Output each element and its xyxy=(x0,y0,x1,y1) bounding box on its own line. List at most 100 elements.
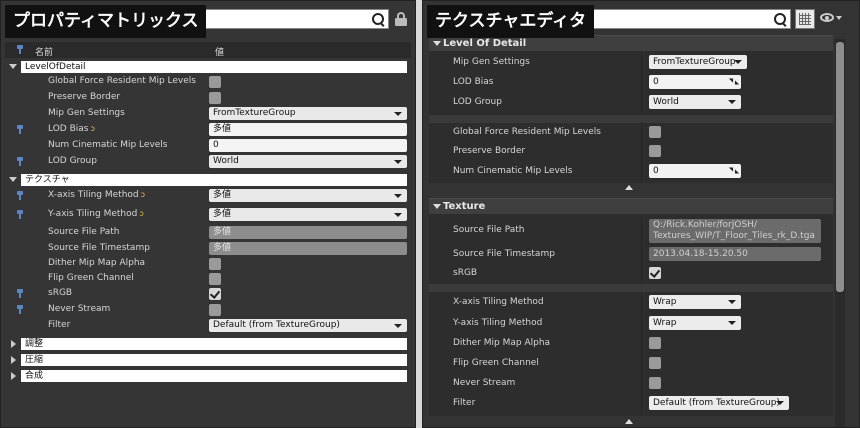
category-levelofdetail[interactable]: LevelOfDetail xyxy=(5,61,411,73)
property-label: X-axis Tiling Method ↄ xyxy=(48,190,146,200)
row-never-stream: Never Stream xyxy=(5,302,411,318)
pin-icon[interactable] xyxy=(17,157,23,166)
category-adjust[interactable]: 調整 xyxy=(5,338,411,350)
filter-dropdown[interactable]: Default (from TextureGroup) xyxy=(209,319,407,332)
section-texture[interactable]: Texture xyxy=(429,198,833,214)
expand-arrow-icon[interactable] xyxy=(11,340,16,348)
preserve-border-checkbox[interactable] xyxy=(649,145,661,157)
row-num-cinematic-mip-levels: Num Cinematic Mip Levels 0 xyxy=(5,138,411,154)
row-lod-bias: LOD Bias ↄ 多値 xyxy=(5,122,411,138)
pin-icon[interactable] xyxy=(17,210,23,219)
property-label: Dither Mip Map Alpha xyxy=(453,338,551,348)
source-file-path-field: 多値 xyxy=(209,226,407,239)
row-source-file-timestamp: Source File Timestamp 2013.04.18-15.20.5… xyxy=(429,244,833,264)
name-column-header[interactable]: 名前 xyxy=(35,45,53,58)
pin-icon[interactable] xyxy=(17,125,23,134)
category-compress[interactable]: 圧縮 xyxy=(5,354,411,366)
reset-to-default-icon[interactable]: ↄ xyxy=(139,209,143,218)
preserve-border-checkbox[interactable] xyxy=(209,92,221,104)
mip-gen-dropdown[interactable]: FromTextureGroup xyxy=(209,107,407,120)
category-label: 合成 xyxy=(21,370,407,382)
section-title: Texture xyxy=(443,201,486,212)
x-tiling-dropdown[interactable]: 多値 xyxy=(209,189,407,202)
collapse-advanced-icon[interactable] xyxy=(625,185,633,190)
property-label: LOD Group xyxy=(48,156,97,166)
filter-dropdown[interactable]: Default (from TextureGroup) xyxy=(649,396,789,410)
row-source-file-path: Source File Path 多値 xyxy=(5,225,411,241)
collapse-advanced-icon[interactable] xyxy=(625,419,633,424)
srgb-checkbox[interactable] xyxy=(209,288,221,300)
section-title: Level Of Detail xyxy=(443,38,527,49)
lod-bias-field[interactable]: 多値 xyxy=(209,123,407,136)
scrollbar-thumb[interactable] xyxy=(836,42,844,292)
row-dither-mip-map-alpha: Dither Mip Map Alpha xyxy=(5,256,411,272)
y-tiling-dropdown[interactable]: 多値 xyxy=(209,208,407,221)
field-value: 0 xyxy=(653,77,659,87)
pin-icon[interactable] xyxy=(17,191,23,200)
scrollbar[interactable] xyxy=(835,39,845,427)
num-cinematic-field[interactable]: 0 xyxy=(209,139,407,152)
y-tiling-dropdown[interactable]: Wrap xyxy=(649,316,741,330)
expand-arrow-icon[interactable] xyxy=(11,372,16,380)
dropdown-value: Wrap xyxy=(653,318,677,328)
flip-green-checkbox[interactable] xyxy=(209,273,221,285)
lod-bias-field[interactable]: 0 xyxy=(649,75,741,89)
chevron-down-icon xyxy=(728,300,736,304)
reset-to-default-icon[interactable]: ↄ xyxy=(90,124,94,133)
pin-icon[interactable] xyxy=(17,305,23,314)
chevron-down-icon xyxy=(728,100,736,104)
category-composite[interactable]: 合成 xyxy=(5,370,411,382)
path-line-1: Q:/Rick.Kohler/forJOSH/ xyxy=(653,220,757,230)
property-label: sRGB xyxy=(453,268,478,278)
dropdown-value: Default (from TextureGroup) xyxy=(653,398,780,408)
global-force-checkbox[interactable] xyxy=(209,76,221,88)
property-label: Filter xyxy=(48,320,71,330)
property-label: Mip Gen Settings xyxy=(453,57,530,67)
property-label: Y-axis Tiling Method ↄ xyxy=(48,209,144,219)
reset-to-default-icon[interactable]: ↄ xyxy=(141,190,145,199)
dither-checkbox[interactable] xyxy=(649,337,661,349)
chevron-down-icon xyxy=(394,213,402,217)
row-source-file-path: Source File Path Q:/Rick.Kohler/forJOSH/… xyxy=(429,219,833,243)
lod-group-dropdown[interactable]: World xyxy=(209,155,407,168)
global-force-checkbox[interactable] xyxy=(649,126,661,138)
search-icon[interactable] xyxy=(774,13,788,27)
lod-group-dropdown[interactable]: World xyxy=(649,95,741,109)
property-label: Global Force Resident Mip Levels xyxy=(48,76,196,86)
property-label: Source File Timestamp xyxy=(453,249,555,259)
row-flip-green-channel: Flip Green Channel xyxy=(5,271,411,287)
expand-arrow-icon[interactable] xyxy=(9,177,17,182)
dither-checkbox[interactable] xyxy=(209,258,221,270)
expand-arrow-icon[interactable] xyxy=(433,41,441,46)
row-global-force-resident: Global Force Resident Mip Levels xyxy=(429,122,833,142)
pin-icon[interactable] xyxy=(17,289,23,298)
never-stream-checkbox[interactable] xyxy=(209,304,221,316)
expand-arrow-icon[interactable] xyxy=(433,204,441,209)
flip-green-checkbox[interactable] xyxy=(649,357,661,369)
x-tiling-dropdown[interactable]: Wrap xyxy=(649,295,741,309)
property-label: Never Stream xyxy=(48,304,111,314)
property-label: Preserve Border xyxy=(48,92,121,102)
dropdown-value: 多値 xyxy=(213,190,232,200)
texture-editor-panel: テクスチャエディタ Level Of Detail Mip Gen Settin… xyxy=(422,0,860,428)
row-mip-gen-settings: Mip Gen Settings FromTextureGroup xyxy=(5,106,411,122)
property-label: Num Cinematic Mip Levels xyxy=(48,140,168,150)
view-options-grid-icon[interactable] xyxy=(795,9,815,29)
eye-icon[interactable] xyxy=(820,13,834,22)
mip-gen-dropdown[interactable]: FromTextureGroup xyxy=(649,55,747,69)
row-y-tiling: Y-axis Tiling Method Wrap xyxy=(429,313,833,333)
row-flip-green-channel: Flip Green Channel xyxy=(429,353,833,373)
spin-arrows-icon[interactable] xyxy=(729,78,737,86)
srgb-checkbox[interactable] xyxy=(649,267,661,279)
row-y-tiling: Y-axis Tiling Method ↄ 多値 xyxy=(5,207,411,223)
search-icon[interactable] xyxy=(372,13,386,27)
never-stream-checkbox[interactable] xyxy=(649,377,661,389)
spin-arrows-icon[interactable] xyxy=(729,167,737,175)
expand-arrow-icon[interactable] xyxy=(9,64,17,69)
expand-arrow-icon[interactable] xyxy=(11,356,16,364)
chevron-down-icon[interactable] xyxy=(836,16,842,20)
num-cinematic-field[interactable]: 0 xyxy=(649,164,741,178)
category-texture[interactable]: テクスチャ xyxy=(5,174,411,186)
value-column-header[interactable]: 値 xyxy=(215,45,224,58)
lock-icon[interactable] xyxy=(395,12,407,26)
